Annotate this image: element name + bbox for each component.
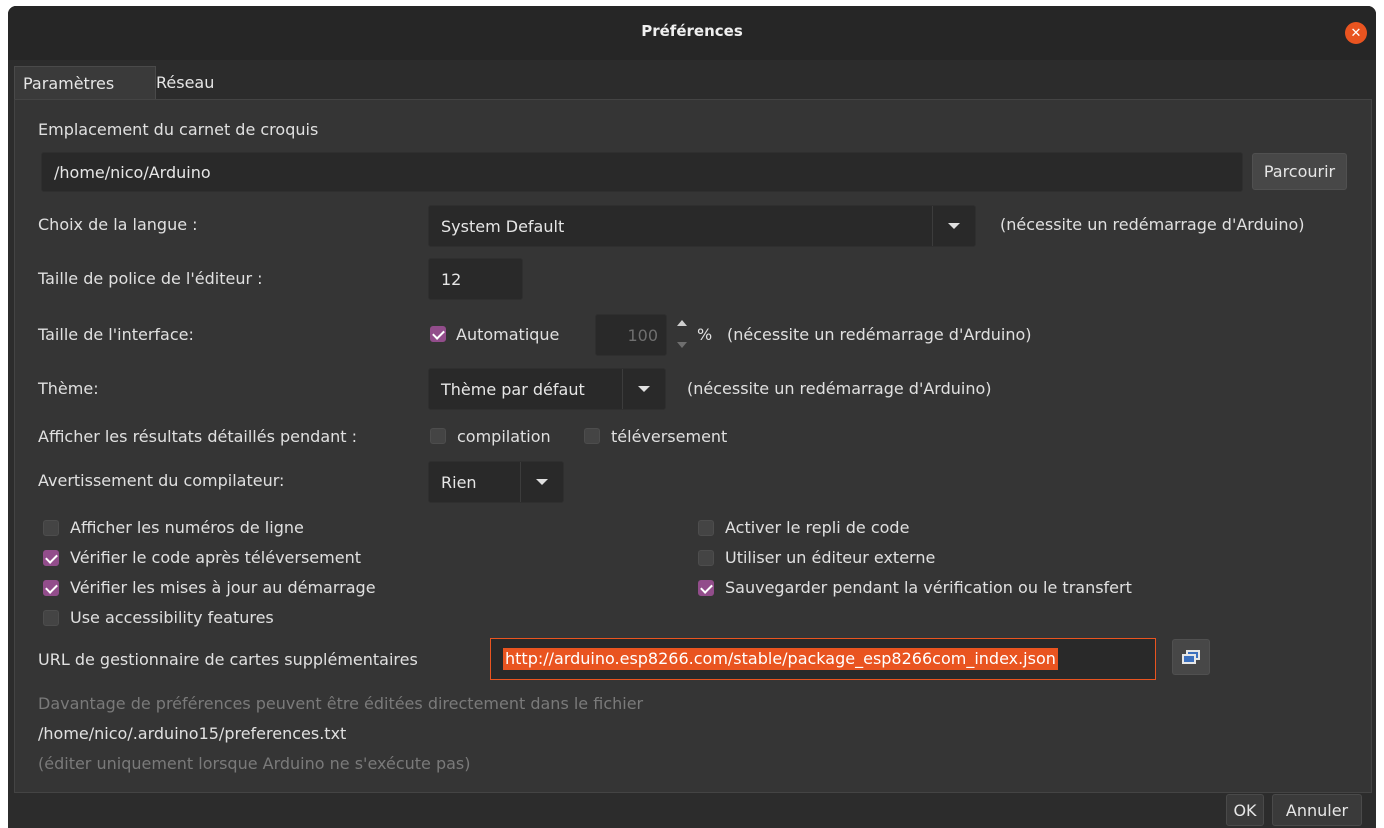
theme-label: Thème: xyxy=(38,379,99,398)
title-bar[interactable]: Préférences ✕ xyxy=(8,6,1376,60)
ok-button[interactable]: OK xyxy=(1226,794,1264,826)
boards-url-value: http://arduino.esp8266.com/stable/packag… xyxy=(503,648,1058,670)
spin-up-icon[interactable] xyxy=(677,320,687,326)
tab-parametres[interactable]: Paramètres xyxy=(14,66,156,101)
prefs-file-path: /home/nico/.arduino15/preferences.txt xyxy=(38,724,347,743)
font-size-value: 12 xyxy=(441,269,462,289)
window-title: Préférences xyxy=(641,22,743,40)
theme-select[interactable]: Thème par défaut xyxy=(428,368,666,410)
sketchbook-path-input[interactable]: /home/nico/Arduino xyxy=(41,152,1243,192)
prefs-file-warning: (éditer uniquement lorsque Arduino ne s'… xyxy=(38,754,471,773)
language-value: System Default xyxy=(441,216,565,236)
sketchbook-label: Emplacement du carnet de croquis xyxy=(38,120,319,139)
interface-auto-checkbox[interactable] xyxy=(430,326,446,342)
external-editor-label: Utiliser un éditeur externe xyxy=(725,548,936,567)
settings-panel: Emplacement du carnet de croquis /home/n… xyxy=(14,99,1372,793)
close-icon[interactable]: ✕ xyxy=(1345,22,1367,44)
language-select[interactable]: System Default xyxy=(428,205,976,247)
interface-size-unit: % xyxy=(697,325,713,344)
spin-down-icon[interactable] xyxy=(677,342,687,348)
check-updates-checkbox[interactable] xyxy=(43,580,59,596)
verbose-upload-checkbox[interactable] xyxy=(584,428,600,444)
tab-reseau[interactable]: Réseau xyxy=(148,66,222,100)
verbose-compile-label: compilation xyxy=(457,427,551,446)
language-note: (nécessite un redémarrage d'Arduino) xyxy=(1000,215,1305,234)
boards-url-label: URL de gestionnaire de cartes supplément… xyxy=(38,650,418,669)
code-folding-label: Activer le repli de code xyxy=(725,518,910,537)
interface-size-note: (nécessite un redémarrage d'Arduino) xyxy=(727,325,1032,344)
check-updates-label: Vérifier les mises à jour au démarrage xyxy=(70,578,376,597)
code-folding-checkbox[interactable] xyxy=(698,520,714,536)
interface-size-label: Taille de l'interface: xyxy=(38,325,194,344)
theme-value: Thème par défaut xyxy=(441,379,585,399)
warnings-label: Avertissement du compilateur: xyxy=(38,471,285,490)
save-on-verify-label: Sauvegarder pendant la vérification ou l… xyxy=(725,578,1132,597)
verify-after-upload-checkbox[interactable] xyxy=(43,550,59,566)
chevron-down-icon[interactable] xyxy=(932,206,975,246)
verbose-label: Afficher les résultats détaillés pendant… xyxy=(38,427,358,446)
warnings-value: Rien xyxy=(441,472,477,492)
interface-size-value: 100 xyxy=(627,325,658,345)
boards-url-input[interactable]: http://arduino.esp8266.com/stable/packag… xyxy=(490,638,1156,680)
interface-size-input[interactable]: 100 xyxy=(595,314,667,356)
cancel-button[interactable]: Annuler xyxy=(1272,794,1362,826)
font-size-label: Taille de police de l'éditeur : xyxy=(38,269,263,288)
warnings-select[interactable]: Rien xyxy=(428,461,564,503)
prefs-file-note: Davantage de préférences peuvent être éd… xyxy=(38,694,644,713)
window-list-icon xyxy=(1182,650,1200,664)
interface-auto-label: Automatique xyxy=(456,325,560,344)
line-numbers-label: Afficher les numéros de ligne xyxy=(70,518,304,537)
accessibility-label: Use accessibility features xyxy=(70,608,274,627)
language-label: Choix de la langue : xyxy=(38,215,198,234)
accessibility-checkbox[interactable] xyxy=(43,610,59,626)
verify-after-upload-label: Vérifier le code après téléversement xyxy=(70,548,361,567)
theme-note: (nécessite un redémarrage d'Arduino) xyxy=(687,379,992,398)
sketchbook-path-value: /home/nico/Arduino xyxy=(54,162,211,182)
save-on-verify-checkbox[interactable] xyxy=(698,580,714,596)
browse-button[interactable]: Parcourir xyxy=(1252,153,1347,190)
line-numbers-checkbox[interactable] xyxy=(43,520,59,536)
interface-size-spinner[interactable] xyxy=(675,316,689,354)
font-size-input[interactable]: 12 xyxy=(428,258,523,300)
external-editor-checkbox[interactable] xyxy=(698,550,714,566)
preferences-window: Préférences ✕ Paramètres Réseau Emplacem… xyxy=(8,6,1376,828)
open-window-button[interactable] xyxy=(1172,639,1210,675)
verbose-compile-checkbox[interactable] xyxy=(430,428,446,444)
chevron-down-icon[interactable] xyxy=(622,369,665,409)
verbose-upload-label: téléversement xyxy=(611,427,728,446)
chevron-down-icon[interactable] xyxy=(520,462,563,502)
